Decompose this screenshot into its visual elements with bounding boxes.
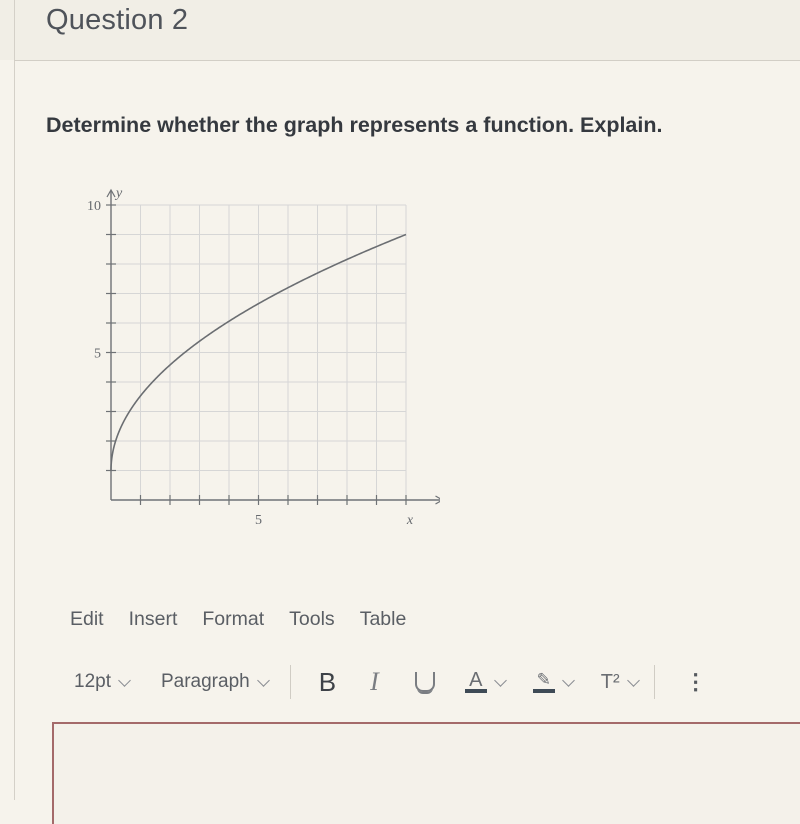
chevron-down-icon [118, 673, 131, 687]
toolbar-separator [653, 665, 655, 699]
question-title: Question 2 [46, 4, 189, 36]
block-format-value: Paragraph [160, 671, 250, 692]
highlighter-icon: ✎ [532, 671, 555, 693]
superscript-icon: T² [600, 670, 620, 693]
italic-button[interactable]: I [370, 667, 379, 697]
highlight-bar [532, 689, 555, 693]
chevron-down-icon [256, 673, 270, 687]
menu-format[interactable]: Format [202, 608, 264, 631]
color-bar [464, 689, 487, 693]
more-button[interactable]: ⋮ [685, 669, 707, 695]
y-axis-label: y [114, 186, 123, 201]
bold-button[interactable]: B [319, 667, 336, 698]
chevron-down-icon [561, 673, 575, 687]
menu-insert[interactable]: Insert [129, 608, 178, 631]
header-divider [14, 60, 800, 61]
font-size-value: 12pt [74, 671, 111, 692]
graph: 10 5 5 x y [87, 186, 440, 528]
menu-table[interactable]: Table [360, 608, 407, 631]
chevron-down-icon [493, 673, 507, 687]
chevron-down-icon [626, 673, 640, 687]
y-tick-label-10: 10 [87, 199, 101, 214]
editor-toolbar: 12pt Paragraph B I A ✎ T² ⋮ [74, 664, 707, 700]
x-tick-label-5: 5 [255, 513, 262, 528]
menu-tools[interactable]: Tools [289, 608, 335, 631]
more-options-icon: ⋮ [684, 669, 707, 694]
ticks [106, 204, 407, 505]
toolbar-separator [289, 665, 291, 699]
left-border [14, 0, 15, 800]
font-size-select[interactable]: 12pt [74, 671, 131, 693]
superscript-button[interactable]: T² [600, 670, 640, 694]
text-color-button[interactable]: A [464, 670, 507, 693]
axes [106, 188, 440, 505]
underline-button[interactable] [414, 672, 435, 692]
grid [111, 204, 407, 500]
italic-icon: I [370, 667, 379, 696]
underline-icon [414, 672, 435, 692]
highlight-button[interactable]: ✎ [532, 671, 575, 693]
bold-icon: B [318, 666, 337, 697]
menu-edit[interactable]: Edit [70, 608, 104, 631]
y-tick-label-5: 5 [94, 347, 101, 362]
text-color-icon: A [464, 670, 487, 693]
question-prompt: Determine whether the graph represents a… [46, 113, 663, 137]
block-format-select[interactable]: Paragraph [160, 671, 270, 693]
x-axis-label: x [406, 513, 414, 528]
answer-editor[interactable] [52, 722, 800, 824]
editor-menubar: Edit Insert Format Tools Table [70, 608, 431, 631]
